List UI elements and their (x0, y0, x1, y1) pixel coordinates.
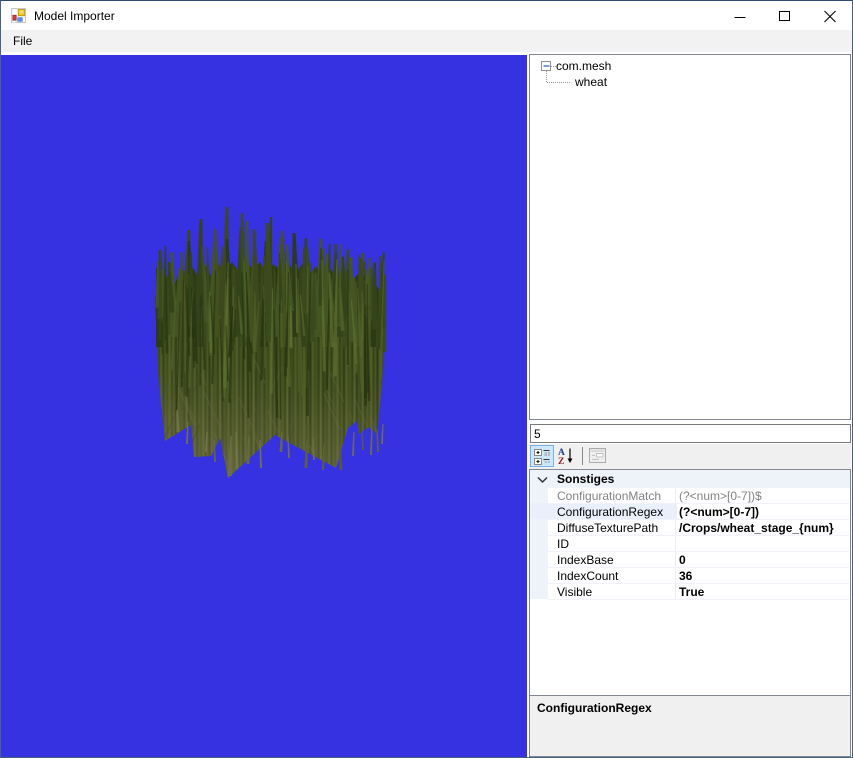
svg-text:Z: Z (558, 457, 564, 466)
